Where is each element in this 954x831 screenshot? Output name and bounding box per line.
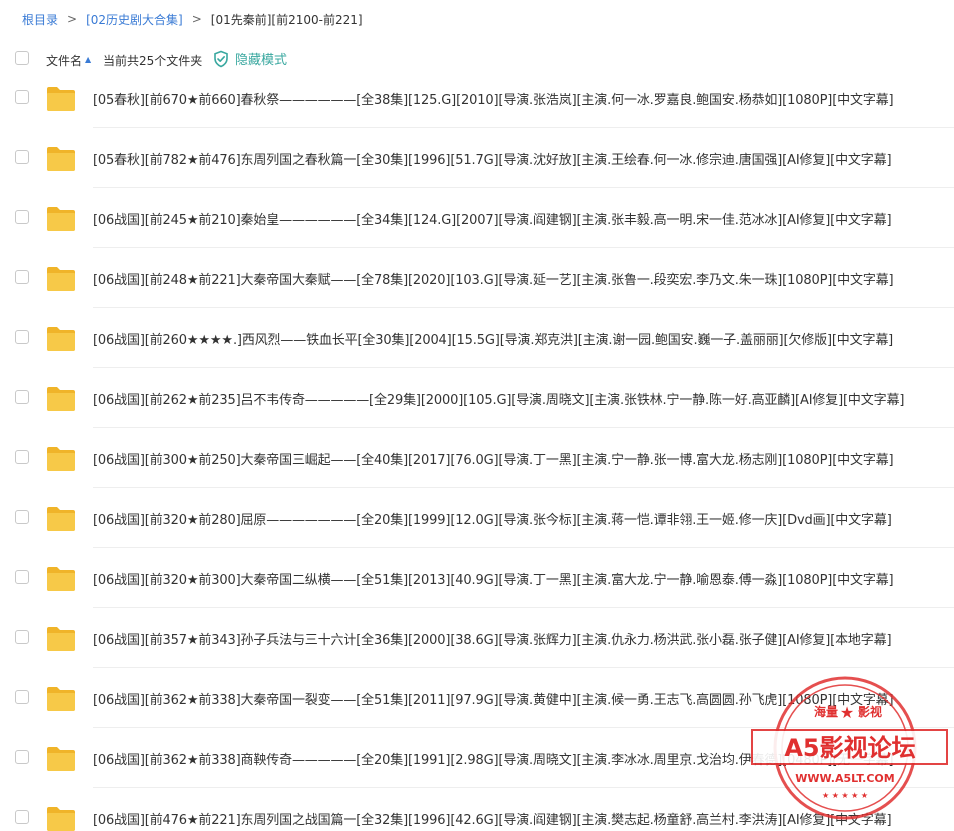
chevron-right-icon: >: [191, 12, 202, 26]
row-checkbox[interactable]: [15, 570, 29, 584]
select-all-checkbox[interactable]: [15, 51, 29, 65]
file-name[interactable]: [06战国][前262★前235]吕不韦传奇—————[全29集][2000][…: [93, 389, 904, 408]
file-row[interactable]: [05春秋][前782★前476]东周列国之春秋篇一[全30集][1996][5…: [0, 128, 954, 188]
row-checkbox[interactable]: [15, 510, 29, 524]
folder-icon: [47, 507, 75, 531]
file-row[interactable]: [06战国][前248★前221]大秦帝国大秦赋——[全78集][2020][1…: [0, 248, 954, 308]
hide-mode-label: 隐藏模式: [235, 53, 288, 68]
file-name[interactable]: [06战国][前260★★★★.]西风烈——铁血长平[全30集][2004][1…: [93, 329, 893, 348]
row-checkbox[interactable]: [15, 210, 29, 224]
file-row[interactable]: [06战国][前320★前300]大秦帝国二纵横——[全51集][2013][4…: [0, 548, 954, 608]
file-row[interactable]: [06战国][前476★前221]东周列国之战国篇一[全32集][1996][4…: [0, 788, 954, 831]
folder-icon: [47, 627, 75, 651]
folder-count: 当前共25个文件夹: [103, 54, 203, 68]
row-checkbox[interactable]: [15, 750, 29, 764]
file-name[interactable]: [06战国][前248★前221]大秦帝国大秦赋——[全78集][2020][1…: [93, 269, 894, 288]
folder-icon: [47, 807, 75, 831]
sort-by-name-button[interactable]: 文件名 ▲: [46, 52, 91, 69]
row-checkbox[interactable]: [15, 330, 29, 344]
sort-label: 文件名: [46, 54, 83, 68]
sort-ascending-icon: ▲: [85, 55, 92, 64]
breadcrumb: 根目录 > [02历史剧大合集] > [01先秦前][前2100-前221]: [22, 10, 363, 28]
row-checkbox[interactable]: [15, 90, 29, 104]
folder-icon: [47, 147, 75, 171]
file-name[interactable]: [06战国][前362★前338]商鞅传奇—————[全20集][1991][2…: [93, 749, 894, 768]
file-name[interactable]: [06战国][前357★前343]孙子兵法与三十六计[全36集][2000][3…: [93, 629, 892, 648]
file-row[interactable]: [06战国][前260★★★★.]西风烈——铁血长平[全30集][2004][1…: [0, 308, 954, 368]
breadcrumb-parent[interactable]: [02历史剧大合集]: [86, 11, 183, 28]
row-checkbox[interactable]: [15, 450, 29, 464]
file-name[interactable]: [05春秋][前670★前660]春秋祭——————[全38集][125.G][…: [93, 89, 894, 108]
file-row[interactable]: [06战国][前300★前250]大秦帝国三崛起——[全40集][2017][7…: [0, 428, 954, 488]
file-row[interactable]: [05春秋][前670★前660]春秋祭——————[全38集][125.G][…: [0, 68, 954, 128]
breadcrumb-root[interactable]: 根目录: [22, 11, 58, 28]
row-checkbox[interactable]: [15, 270, 29, 284]
file-name[interactable]: [06战国][前320★前280]屈原———————[全20集][1999][1…: [93, 509, 892, 528]
file-row[interactable]: [06战国][前362★前338]大秦帝国一裂变——[全51集][2011][9…: [0, 668, 954, 728]
folder-icon: [47, 447, 75, 471]
row-checkbox[interactable]: [15, 810, 29, 824]
folder-icon: [47, 267, 75, 291]
file-name[interactable]: [06战国][前362★前338]大秦帝国一裂变——[全51集][2011][9…: [93, 689, 894, 708]
file-name[interactable]: [05春秋][前782★前476]东周列国之春秋篇一[全30集][1996][5…: [93, 149, 892, 168]
file-row[interactable]: [06战国][前320★前280]屈原———————[全20集][1999][1…: [0, 488, 954, 548]
row-checkbox[interactable]: [15, 390, 29, 404]
file-row[interactable]: [06战国][前245★前210]秦始皇——————[全34集][124.G][…: [0, 188, 954, 248]
file-browser: 根目录 > [02历史剧大合集] > [01先秦前][前2100-前221] 文…: [0, 0, 954, 831]
folder-icon: [47, 387, 75, 411]
folder-icon: [47, 327, 75, 351]
file-name[interactable]: [06战国][前320★前300]大秦帝国二纵横——[全51集][2013][4…: [93, 569, 894, 588]
row-checkbox[interactable]: [15, 150, 29, 164]
folder-icon: [47, 567, 75, 591]
file-row[interactable]: [06战国][前362★前338]商鞅传奇—————[全20集][1991][2…: [0, 728, 954, 788]
file-name[interactable]: [06战国][前300★前250]大秦帝国三崛起——[全40集][2017][7…: [93, 449, 894, 468]
row-checkbox[interactable]: [15, 690, 29, 704]
breadcrumb-current: [01先秦前][前2100-前221]: [210, 12, 363, 27]
file-name[interactable]: [06战国][前476★前221]东周列国之战国篇一[全32集][1996][4…: [93, 809, 892, 828]
file-row[interactable]: [06战国][前262★前235]吕不韦传奇—————[全29集][2000][…: [0, 368, 954, 428]
file-name[interactable]: [06战国][前245★前210]秦始皇——————[全34集][124.G][…: [93, 209, 892, 228]
shield-check-icon: [214, 50, 228, 67]
chevron-right-icon: >: [67, 12, 78, 26]
hide-mode-toggle[interactable]: 隐藏模式: [212, 49, 287, 68]
folder-icon: [47, 207, 75, 231]
row-checkbox[interactable]: [15, 630, 29, 644]
folder-icon: [47, 687, 75, 711]
folder-icon: [47, 747, 75, 771]
folder-icon: [47, 87, 75, 111]
file-row[interactable]: [06战国][前357★前343]孙子兵法与三十六计[全36集][2000][3…: [0, 608, 954, 668]
